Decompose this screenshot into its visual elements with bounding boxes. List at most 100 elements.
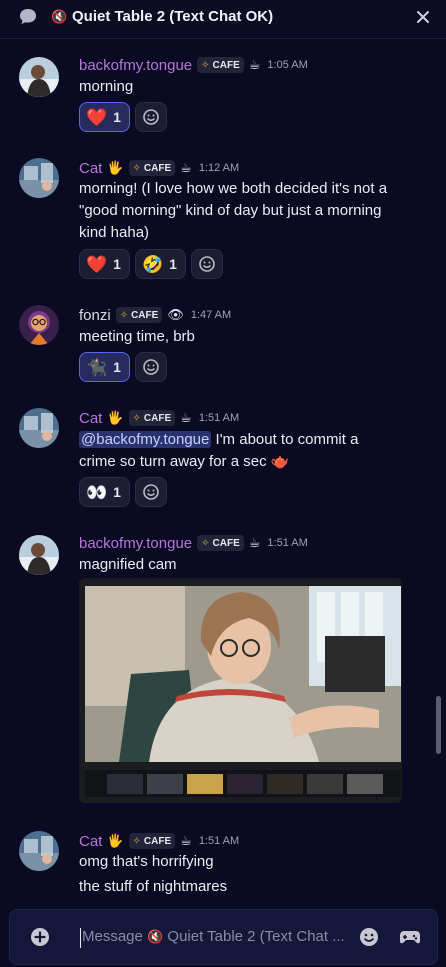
reaction-count: 1 [169,256,177,272]
coffee-icon: ☕ [180,160,192,175]
coffee-icon: ☕ [180,833,192,848]
author-name[interactable]: Cat [79,410,102,427]
timestamp: 1:05 AM [267,59,308,71]
hand-icon: 🖐 [107,833,124,848]
avatar[interactable] [19,158,59,198]
tag-icon: ✧ [119,309,129,321]
message-line: crime so turn away for a sec 🫖 [79,453,290,470]
tag-icon: ✧ [132,835,141,847]
reactions: 👀 1 [79,477,167,507]
tag-icon: ✧ [132,162,141,174]
rofl-icon: 🤣 [141,254,164,274]
chat-bubble-icon[interactable] [18,7,38,27]
channel-muted-icon: 🔇 [147,929,164,944]
coffee-icon: ☕ [248,535,261,550]
avatar[interactable] [19,57,59,97]
add-reaction-icon [199,256,215,272]
message-line: the stuff of nightmares [79,878,228,895]
message-line: @backofmy.tongue I'm about to commit a [79,431,359,448]
server-tag[interactable]: ✧ CAFE [128,410,176,426]
timestamp: 1:51 AM [198,412,240,424]
hand-icon: 🖐 [107,410,124,425]
image-attachment[interactable] [79,578,402,803]
hand-icon: 🖐 [107,160,124,175]
timestamp: 1:47 AM [190,309,232,321]
avatar[interactable] [19,305,59,345]
author-name[interactable]: Cat [79,160,102,177]
server-tag[interactable]: ✧ CAFE [197,535,244,551]
message-input[interactable]: Message 🔇 Quiet Table 2 (Text Chat ... [82,928,352,945]
tag-icon: ✧ [201,537,210,549]
reaction-count: 1 [113,359,121,375]
plus-circle-icon[interactable] [30,927,50,947]
timestamp: 1:51 AM [198,835,240,847]
timestamp: 1:51 AM [267,537,308,549]
reaction-count: 1 [113,484,121,500]
reaction[interactable]: ❤️ 1 [79,249,130,279]
tag-icon: ✧ [132,412,141,424]
server-tag[interactable]: ✧ CAFE [115,307,163,323]
server-tag[interactable]: ✧ CAFE [128,833,176,849]
text-caret [80,928,81,948]
add-reaction-button[interactable] [134,102,167,132]
author-name[interactable]: backofmy.tongue [79,535,192,552]
smile-icon[interactable] [359,927,379,947]
add-reaction-button[interactable] [134,352,167,382]
channel-muted-icon: 🔇 [51,9,68,24]
gamepad-icon[interactable] [399,927,421,947]
coffee-icon: ☕ [180,410,192,425]
timestamp: 1:12 AM [198,162,240,174]
add-reaction-icon [143,359,159,375]
heart-icon: ❤️ [86,254,108,274]
avatar[interactable] [19,535,59,575]
message-content: meeting time, brb [79,326,424,348]
tag-icon: ✧ [201,59,210,71]
server-tag[interactable]: ✧ CAFE [128,160,176,176]
reaction[interactable]: 🤣 1 [134,249,186,279]
message-content: omg that's horrifying the stuff of night… [79,851,424,898]
message-header: fonzi ✧ CAFE 👁 1:47 AM [79,305,231,325]
reactions: ❤️ 1 [79,102,167,132]
add-reaction-icon [143,109,159,125]
channel-header: 🔇 Quiet Table 2 (Text Chat OK) [0,0,446,39]
message-content: magnified cam [79,554,424,576]
avatar[interactable] [19,408,59,448]
message-line: morning! (I love how we both decided it'… [79,180,388,197]
teapot-icon: 🫖 [270,453,290,470]
message-line: morning [79,78,134,95]
scrollbar[interactable] [436,696,441,754]
reactions: ❤️ 1 🤣 1 [79,249,223,279]
message-line: magnified cam [79,556,177,573]
reaction-count: 1 [113,256,121,272]
placeholder-prefix: Message [82,928,148,945]
add-reaction-icon [143,484,159,500]
add-reaction-button[interactable] [134,477,167,507]
channel-title: Quiet Table 2 (Text Chat OK) [72,8,274,25]
webcam-screenshot [79,578,402,803]
author-name[interactable]: Cat [79,833,102,850]
server-tag[interactable]: ✧ CAFE [197,57,244,73]
add-reaction-button[interactable] [190,249,223,279]
avatar[interactable] [19,831,59,871]
placeholder-text: Quiet Table 2 (Text Chat ... [163,928,345,945]
close-icon[interactable] [412,6,434,28]
coffee-icon: ☕ [248,57,261,72]
message-header: Cat 🖐 ✧ CAFE ☕ 1:12 AM [79,158,239,178]
author-name[interactable]: backofmy.tongue [79,57,192,74]
message-composer: Message 🔇 Quiet Table 2 (Text Chat ... [9,909,438,965]
message-line: kind haha) [79,224,150,241]
reaction[interactable]: ❤️ 1 [79,102,130,132]
heart-icon: ❤️ [86,107,108,127]
black-cat-icon: 🐈‍⬛ [86,357,108,377]
message-content: morning [79,76,424,98]
reaction[interactable]: 🐈‍⬛ 1 [79,352,130,382]
eyes-icon: 👀 [86,482,108,502]
user-mention[interactable]: @backofmy.tongue [79,431,212,448]
reaction[interactable]: 👀 1 [79,477,130,507]
message-header: backofmy.tongue ✧ CAFE ☕ 1:05 AM [79,55,308,75]
reactions: 🐈‍⬛ 1 [79,352,167,382]
message-line: omg that's horrifying [79,853,214,870]
message-header: Cat 🖐 ✧ CAFE ☕ 1:51 AM [79,408,239,428]
author-name[interactable]: fonzi [79,307,111,324]
message-header: backofmy.tongue ✧ CAFE ☕ 1:51 AM [79,533,308,553]
